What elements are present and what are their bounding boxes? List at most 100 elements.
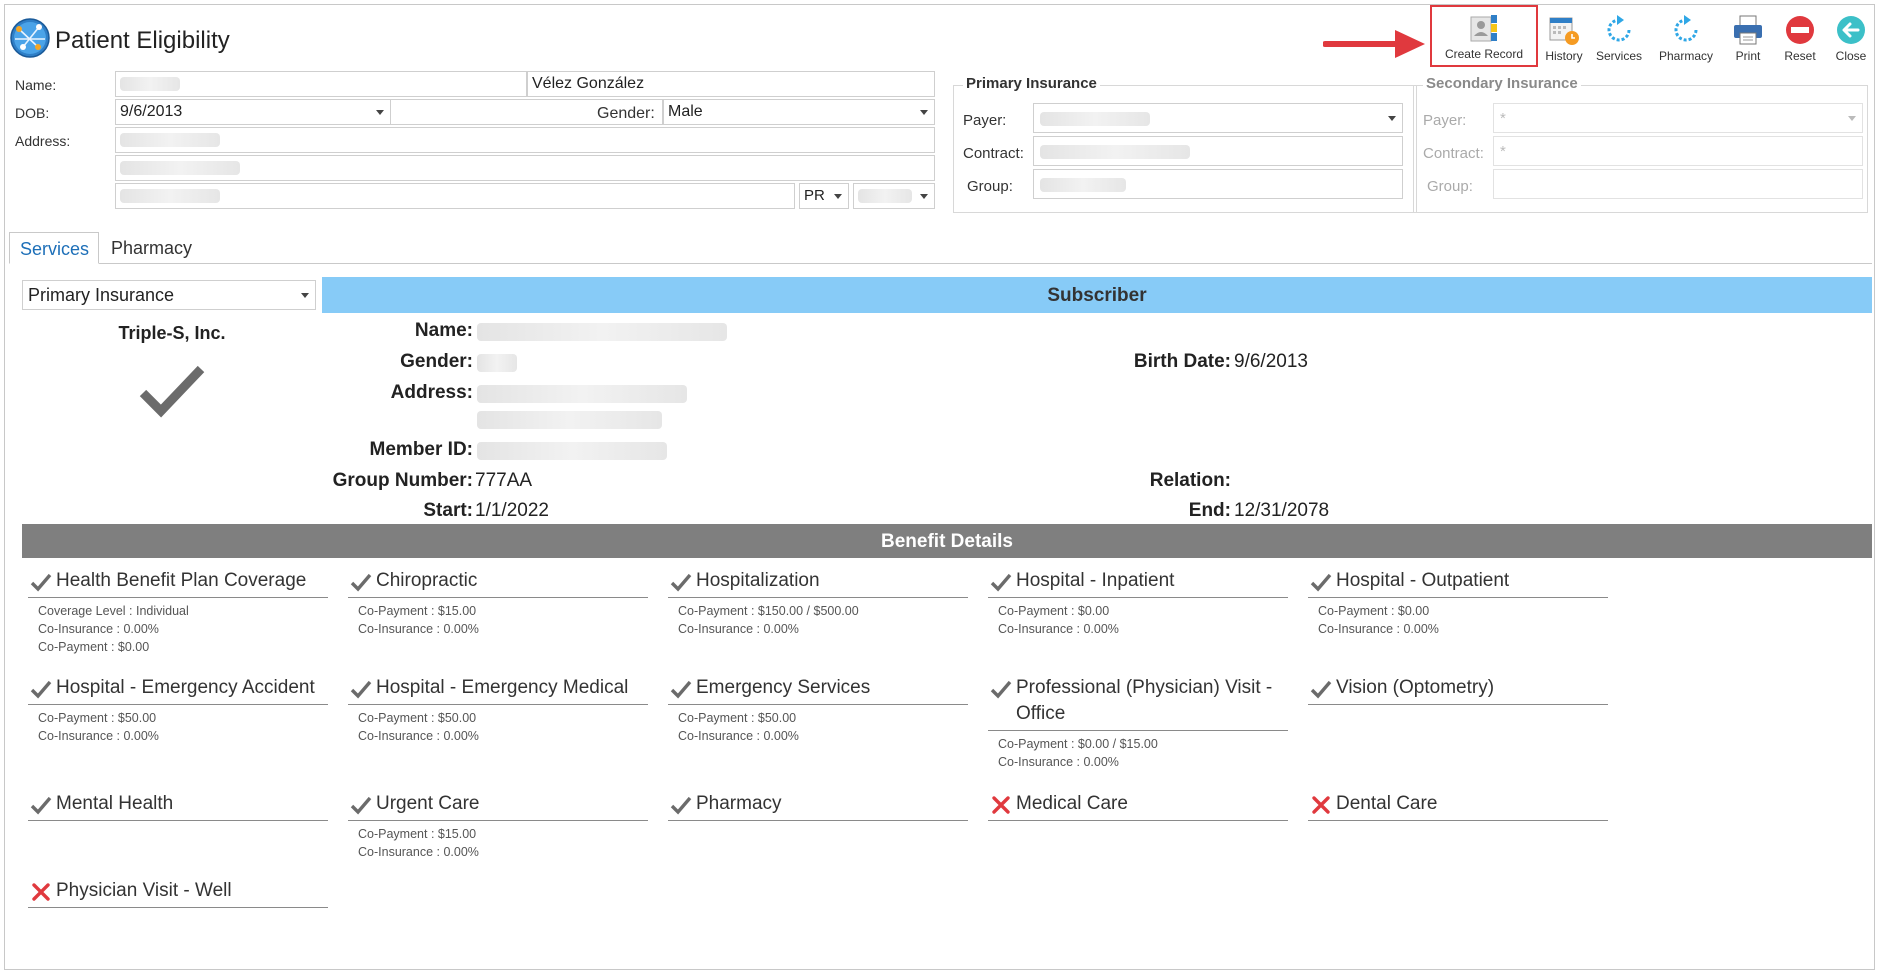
- secondary-payer-label: Payer:: [1423, 112, 1467, 129]
- address-label: Address:: [15, 133, 71, 149]
- create-record-label: Create Record: [1444, 47, 1524, 61]
- benefit-card: Health Benefit Plan Coverage Coverage Lev…: [28, 568, 328, 656]
- reset-button[interactable]: Reset: [1775, 9, 1825, 67]
- end-value: 12/31/2078: [1234, 500, 1330, 521]
- printer-icon: [1734, 15, 1762, 45]
- subscriber-header: Subscriber: [322, 277, 1872, 313]
- benefit-details: Coverage Level : Individual Co-Insurance …: [28, 598, 328, 656]
- benefit-detail-line: Co-Insurance : 0.00%: [1318, 622, 1439, 636]
- redacted-city: [120, 189, 220, 203]
- benefit-details: Co-Payment : $15.00 Co-Insurance : 0.00%: [348, 821, 648, 861]
- redacted-subscriber-name: [477, 323, 727, 341]
- benefit-card: Vision (Optometry): [1308, 675, 1608, 705]
- primary-contract-field[interactable]: [1033, 136, 1403, 166]
- tab-pharmacy[interactable]: Pharmacy: [101, 232, 211, 264]
- benefit-title: Health Benefit Plan Coverage: [28, 568, 328, 598]
- group-number-value: 777AA: [475, 470, 533, 491]
- redacted-contract: [1040, 145, 1190, 159]
- address-line-2-field[interactable]: [115, 155, 935, 181]
- benefit-card: Emergency Services Co-Payment : $50.00 Co-…: [668, 675, 968, 745]
- payer-name: Triple-S, Inc.: [118, 323, 226, 343]
- benefit-title: Hospital - Emergency Accident: [28, 675, 328, 705]
- member-id-label: Member ID:: [369, 439, 473, 460]
- benefit-title: Chiropractic: [348, 568, 648, 598]
- services-button[interactable]: Services: [1589, 9, 1649, 67]
- gender-label: Gender:: [597, 105, 655, 122]
- benefit-detail-line: Co-Insurance : 0.00%: [678, 729, 799, 743]
- print-label: Print: [1735, 49, 1761, 63]
- reset-label: Reset: [1784, 49, 1816, 63]
- benefit-details: Co-Payment : $15.00 Co-Insurance : 0.00%: [348, 598, 648, 638]
- secondary-payer-select[interactable]: *: [1493, 103, 1863, 133]
- gender-select[interactable]: Male: [663, 99, 935, 125]
- benefit-title: Professional (Physician) Visit - Office: [988, 675, 1288, 731]
- history-button[interactable]: History: [1540, 9, 1588, 67]
- benefit-title: Hospital - Emergency Medical: [348, 675, 648, 705]
- app-window: Patient Eligibility Create Record Histor…: [4, 4, 1875, 970]
- benefit-title-text: Health Benefit Plan Coverage: [56, 570, 307, 591]
- benefit-detail-line: Co-Payment : $50.00: [38, 711, 157, 725]
- benefit-card: Hospital - Emergency Accident Co-Payment …: [28, 675, 328, 745]
- secondary-contract-field[interactable]: *: [1493, 136, 1863, 166]
- benefit-details: Co-Payment : $0.00 / $15.00 Co-Insurance …: [988, 731, 1288, 771]
- benefit-card: Dental Care: [1308, 791, 1608, 821]
- state-select[interactable]: PR: [799, 183, 849, 209]
- pharmacy-button[interactable]: Pharmacy: [1653, 9, 1719, 67]
- redacted-zip: [858, 189, 912, 203]
- insurance-type-select[interactable]: Primary Insurance: [22, 280, 316, 310]
- tab-services[interactable]: Services: [9, 232, 99, 264]
- benefit-detail-line: Co-Insurance : 0.00%: [358, 729, 479, 743]
- address-line-1-field[interactable]: [115, 127, 935, 153]
- benefit-title: Urgent Care: [348, 791, 648, 821]
- pharmacy-refresh-icon: [1674, 15, 1698, 42]
- check-icon: [350, 679, 372, 699]
- name-label: Name:: [15, 77, 57, 93]
- secondary-group-field[interactable]: [1493, 169, 1863, 199]
- state-value: PR: [804, 187, 825, 204]
- check-icon: [670, 795, 692, 815]
- benefit-card: Physician Visit - Well: [28, 878, 328, 908]
- check-icon: [30, 572, 52, 592]
- print-button[interactable]: Print: [1723, 9, 1773, 67]
- benefit-card: Chiropractic Co-Payment : $15.00 Co-Insura…: [348, 568, 648, 638]
- benefit-detail-line: Coverage Level : Individual: [38, 604, 189, 618]
- start-label: Start:: [423, 500, 473, 521]
- secondary-payer-placeholder: *: [1500, 110, 1506, 127]
- check-icon: [350, 572, 372, 592]
- benefit-card: Hospitalization Co-Payment : $150.00 / $5…: [668, 568, 968, 638]
- close-button[interactable]: Close: [1829, 9, 1873, 67]
- create-record-button[interactable]: Create Record: [1430, 5, 1538, 67]
- zip-select[interactable]: [853, 183, 935, 209]
- eligible-check-icon: [139, 365, 205, 418]
- benefit-detail-line: Co-Payment : $15.00: [358, 827, 477, 841]
- benefit-details: Co-Payment : $50.00 Co-Insurance : 0.00%: [28, 705, 328, 745]
- benefit-detail-line: Co-Insurance : 0.00%: [38, 729, 159, 743]
- last-name-field[interactable]: Vélez González: [527, 71, 935, 97]
- chevron-down-icon: [920, 194, 928, 199]
- chevron-down-icon: [1388, 116, 1396, 121]
- subscriber-address-label: Address:: [390, 382, 473, 403]
- benefit-title-text: Hospital - Inpatient: [1016, 570, 1175, 591]
- history-label: History: [1545, 49, 1583, 63]
- benefit-title-text: Mental Health: [56, 793, 174, 814]
- benefit-title-text: Pharmacy: [696, 793, 782, 814]
- primary-payer-select[interactable]: [1033, 103, 1403, 133]
- primary-group-field[interactable]: [1033, 169, 1403, 199]
- dob-picker[interactable]: 9/6/2013: [115, 99, 391, 125]
- first-name-field[interactable]: [115, 71, 527, 97]
- chevron-down-icon: [1848, 116, 1856, 121]
- benefit-title-text: Dental Care: [1336, 793, 1438, 814]
- city-field[interactable]: [115, 183, 795, 209]
- check-icon: [1310, 679, 1332, 699]
- subscriber-name-label: Name:: [414, 320, 473, 341]
- benefit-title-text: Hospital - Emergency Medical: [376, 677, 629, 698]
- benefit-detail-line: Co-Insurance : 0.00%: [678, 622, 799, 636]
- secondary-contract-placeholder: *: [1500, 143, 1506, 160]
- secondary-insurance-title: Secondary Insurance: [1423, 75, 1581, 92]
- close-label: Close: [1835, 49, 1867, 63]
- benefit-title-text: Vision (Optometry): [1336, 677, 1495, 698]
- benefit-title: Dental Care: [1308, 791, 1608, 821]
- benefit-details: Co-Payment : $150.00 / $500.00 Co-Insuran…: [668, 598, 968, 638]
- birth-date-label: Birth Date:: [1133, 351, 1231, 372]
- primary-contract-label: Contract:: [963, 145, 1024, 162]
